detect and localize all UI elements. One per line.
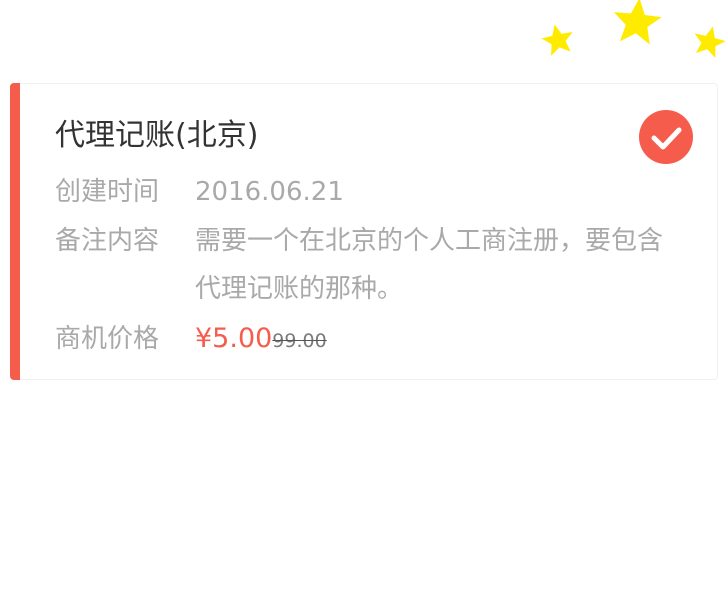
created-value: 2016.06.21 — [195, 177, 344, 207]
note-label: 备注内容 — [55, 226, 160, 256]
opportunity-card[interactable]: 代理记账(北京) 创建时间 2016.06.21 备注内容 需要一个在北京的个人… — [10, 83, 718, 380]
star-icon — [541, 24, 573, 56]
price-value-group: ¥5.0099.00 — [195, 315, 327, 365]
star-icon — [613, 0, 662, 45]
price-value: ¥5.00 — [195, 323, 273, 354]
card-accent-bar — [10, 83, 20, 380]
original-price: 99.00 — [272, 330, 327, 352]
check-circle-icon[interactable] — [639, 110, 693, 164]
note-value: 需要一个在北京的个人工商注册，要包含代理记账的那种。 — [195, 226, 664, 304]
price-label: 商机价格 — [55, 324, 160, 354]
star-icon — [694, 26, 726, 59]
stars-decoration — [541, 0, 726, 59]
card-title: 代理记账(北京) — [55, 118, 259, 153]
created-label: 创建时间 — [55, 177, 160, 207]
